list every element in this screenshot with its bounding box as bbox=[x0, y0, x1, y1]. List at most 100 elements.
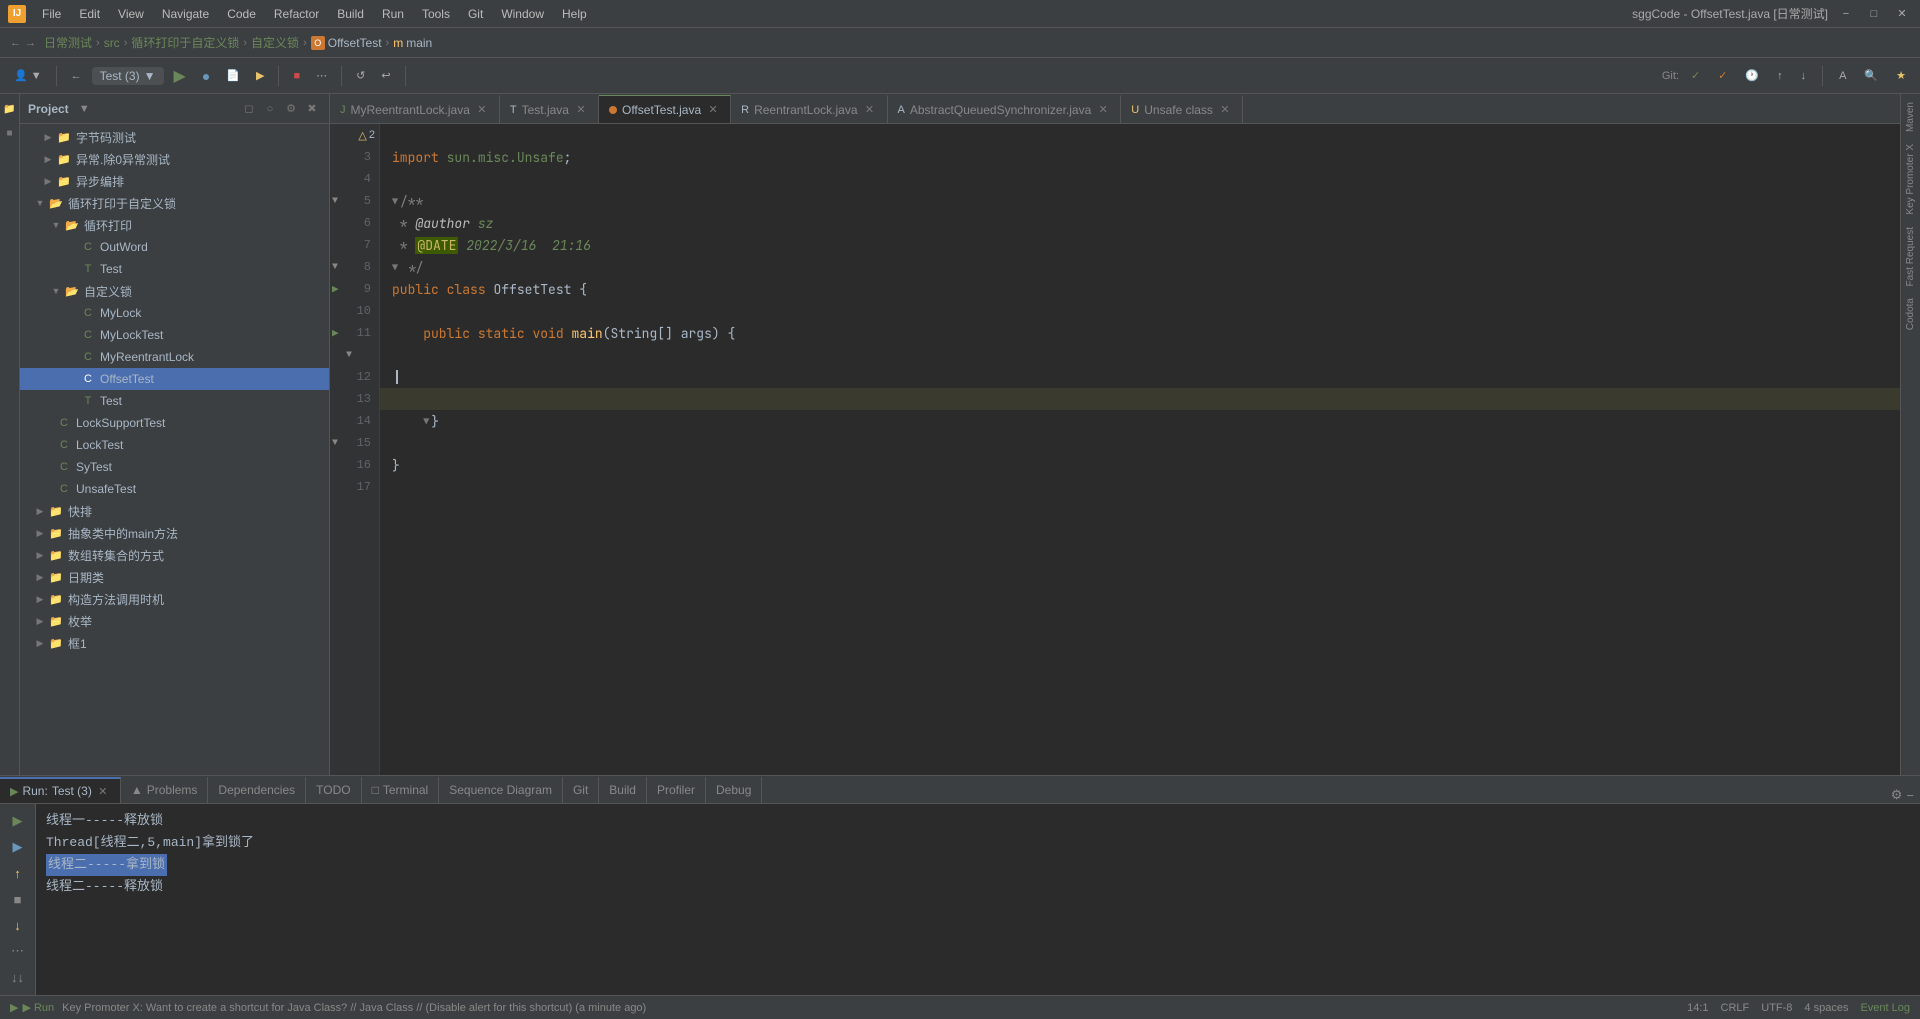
tree-item-loopprint[interactable]: ▼ 📂 循环打印 bbox=[20, 214, 329, 236]
tab-offsettest[interactable]: OffsetTest.java ✕ bbox=[599, 95, 731, 123]
menu-help[interactable]: Help bbox=[554, 4, 595, 24]
tree-item-mylock[interactable]: C MyLock bbox=[20, 302, 329, 324]
run-gutter-9[interactable]: ▶ bbox=[332, 282, 339, 296]
fold-icon-8[interactable]: ▼ bbox=[332, 262, 338, 273]
tab-close-offsettest[interactable]: ✕ bbox=[706, 103, 720, 117]
bottom-tab-build[interactable]: Build bbox=[599, 777, 647, 803]
more-config[interactable]: ⋯ bbox=[310, 66, 333, 85]
close-run-tab[interactable]: ✕ bbox=[96, 784, 110, 798]
tree-item-frame[interactable]: ▶ 📁 框1 bbox=[20, 632, 329, 654]
panel-scroll-to[interactable]: ○ bbox=[261, 100, 279, 118]
status-crlf[interactable]: CRLF bbox=[1721, 1002, 1750, 1014]
code-content[interactable]: import sun.misc.Unsafe; ▼ /** * @author … bbox=[380, 124, 1900, 775]
event-log[interactable]: Event Log bbox=[1860, 1002, 1910, 1014]
translate-btn[interactable]: A bbox=[1833, 67, 1852, 85]
tree-item-locksupporttest[interactable]: C LockSupportTest bbox=[20, 412, 329, 434]
search-btn[interactable]: 🔍 bbox=[1858, 66, 1884, 85]
bottom-tab-run[interactable]: ▶ Run: Test (3) ✕ bbox=[0, 777, 121, 803]
bottom-tab-debug[interactable]: Debug bbox=[706, 777, 762, 803]
bottom-tab-seqdiagram[interactable]: Sequence Diagram bbox=[439, 777, 563, 803]
panel-collapse-all[interactable]: ◻ bbox=[240, 100, 258, 118]
tree-item-myreentrantlock[interactable]: C MyReentrantLock bbox=[20, 346, 329, 368]
tree-item-date[interactable]: ▶ 📁 日期类 bbox=[20, 566, 329, 588]
nav-back[interactable]: ← bbox=[10, 37, 21, 49]
minimize-button[interactable]: − bbox=[1836, 4, 1856, 24]
tree-item-constructor[interactable]: ▶ 📁 构造方法调用时机 bbox=[20, 588, 329, 610]
breadcrumb-subpackage[interactable]: 自定义锁 bbox=[251, 34, 299, 51]
fold-8[interactable]: ▼ bbox=[392, 261, 398, 274]
tab-myreentrantlock[interactable]: J MyReentrantLock.java ✕ bbox=[330, 95, 500, 123]
bottom-tab-problems[interactable]: ▲ Problems bbox=[121, 777, 209, 803]
update-button[interactable]: ↺ bbox=[350, 66, 371, 85]
tree-item-custom-lock[interactable]: ▼ 📂 自定义锁 bbox=[20, 280, 329, 302]
menu-navigate[interactable]: Navigate bbox=[154, 4, 217, 24]
fold-icon-5[interactable]: ▼ bbox=[332, 196, 338, 207]
bottom-tab-dependencies[interactable]: Dependencies bbox=[208, 777, 306, 803]
coverage-button[interactable]: 📄 bbox=[220, 66, 246, 85]
tab-aqs[interactable]: A AbstractQueuedSynchronizer.java ✕ bbox=[888, 95, 1122, 123]
status-run-btn[interactable]: ▶ ▶ Run bbox=[10, 1001, 54, 1014]
menu-window[interactable]: Window bbox=[493, 4, 552, 24]
tree-item-async[interactable]: ▶ 📁 异步编排 bbox=[20, 170, 329, 192]
git-pull-btn[interactable]: ↓ bbox=[1795, 67, 1813, 85]
tab-test[interactable]: T Test.java ✕ bbox=[500, 95, 599, 123]
menu-refactor[interactable]: Refactor bbox=[266, 4, 327, 24]
panel-settings-icon[interactable]: ⚙ bbox=[282, 100, 300, 118]
menu-build[interactable]: Build bbox=[329, 4, 372, 24]
fold-15[interactable]: ▼ bbox=[423, 415, 429, 428]
menu-git[interactable]: Git bbox=[460, 4, 491, 24]
breadcrumb-class[interactable]: OffsetTest bbox=[328, 36, 382, 50]
bookmark-icon[interactable]: ■ bbox=[1, 124, 19, 142]
panel-hide-btn[interactable]: − bbox=[1906, 788, 1914, 803]
run-more-btn[interactable]: ⋯ bbox=[7, 940, 29, 962]
tree-item-exception[interactable]: ▶ 📁 异常.除0异常测试 bbox=[20, 148, 329, 170]
tab-close-myreentrantlock[interactable]: ✕ bbox=[475, 103, 489, 117]
code-editor[interactable]: △ 2 3 4 5 ▼ 6 7 8 ▼ 9 ▶ 10 bbox=[330, 124, 1900, 775]
menu-code[interactable]: Code bbox=[219, 4, 264, 24]
menu-view[interactable]: View bbox=[110, 4, 152, 24]
sidebar-keypromoter[interactable]: Key Promoter X bbox=[1903, 140, 1918, 219]
menu-edit[interactable]: Edit bbox=[71, 4, 108, 24]
status-position[interactable]: 14:1 bbox=[1687, 1002, 1708, 1014]
profile-run-btn[interactable]: ▶ bbox=[250, 66, 270, 85]
project-panel-arrow[interactable]: ▼ bbox=[79, 103, 90, 115]
undo-button[interactable]: ↩ bbox=[375, 66, 396, 85]
tab-close-reentrantlock[interactable]: ✕ bbox=[863, 103, 877, 117]
breadcrumb-root[interactable]: 日常测试 bbox=[44, 34, 92, 51]
profile-button[interactable]: 👤 ▼ bbox=[8, 66, 48, 85]
tab-close-test[interactable]: ✕ bbox=[574, 103, 588, 117]
run-gutter-11[interactable]: ▶ bbox=[332, 326, 339, 340]
run-config[interactable]: Test (3) ▼ bbox=[92, 67, 164, 85]
run-scroll-end[interactable]: ↓↓ bbox=[7, 966, 29, 988]
tree-item-unsafetest[interactable]: C UnsafeTest bbox=[20, 478, 329, 500]
tab-reentrantlock[interactable]: R ReentrantLock.java ✕ bbox=[731, 95, 887, 123]
breadcrumb-package[interactable]: 循环打印于自定义锁 bbox=[131, 34, 239, 51]
tree-item-test2[interactable]: T Test bbox=[20, 390, 329, 412]
stop-button[interactable]: ■ bbox=[287, 67, 306, 85]
tab-unsafe-class[interactable]: U Unsafe class ✕ bbox=[1121, 95, 1243, 123]
tree-item-test1[interactable]: T Test bbox=[20, 258, 329, 280]
user-btn[interactable]: ★ bbox=[1890, 66, 1912, 85]
git-push-btn[interactable]: ↑ bbox=[1771, 67, 1789, 85]
breadcrumb-src[interactable]: src bbox=[104, 36, 120, 50]
tree-item-offsettest[interactable]: C OffsetTest bbox=[20, 368, 329, 390]
tree-item-outword[interactable]: C OutWord bbox=[20, 236, 329, 258]
bottom-tab-todo[interactable]: TODO bbox=[306, 777, 361, 803]
menu-tools[interactable]: Tools bbox=[414, 4, 458, 24]
bottom-tab-git[interactable]: Git bbox=[563, 777, 599, 803]
tree-item-array[interactable]: ▶ 📁 数组转集合的方式 bbox=[20, 544, 329, 566]
breadcrumb-method[interactable]: main bbox=[406, 36, 432, 50]
bottom-tab-terminal[interactable]: □ Terminal bbox=[362, 777, 440, 803]
run-down-btn[interactable]: ↓ bbox=[7, 914, 29, 936]
restore-button[interactable]: □ bbox=[1864, 4, 1884, 24]
tree-item-quicksort[interactable]: ▶ 📁 快排 bbox=[20, 500, 329, 522]
menu-file[interactable]: File bbox=[34, 4, 69, 24]
status-encoding[interactable]: UTF-8 bbox=[1761, 1002, 1792, 1014]
tree-item-locktest[interactable]: C LockTest bbox=[20, 434, 329, 456]
tree-item-mylocktest[interactable]: C MyLockTest bbox=[20, 324, 329, 346]
sidebar-fastrequest[interactable]: Fast Request bbox=[1903, 223, 1918, 290]
git-check-btn[interactable]: ✓ bbox=[1685, 66, 1706, 85]
back-nav-btn[interactable]: ← bbox=[65, 67, 88, 85]
git-cross-btn[interactable]: ✓ bbox=[1712, 66, 1733, 85]
tree-item-zijiemazice[interactable]: ▶ 📁 字节码测试 bbox=[20, 126, 329, 148]
